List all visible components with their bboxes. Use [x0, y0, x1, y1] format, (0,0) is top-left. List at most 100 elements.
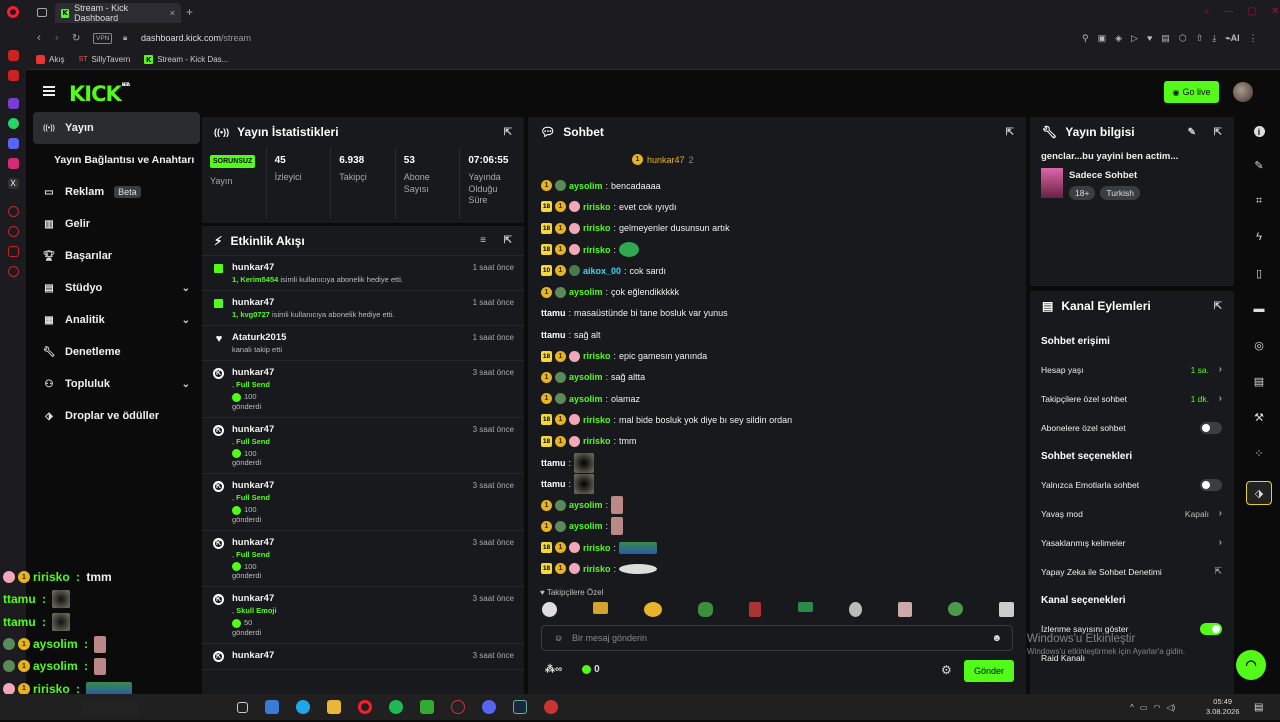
edge-icon[interactable]: [295, 700, 310, 714]
opera-icon[interactable]: [357, 700, 372, 714]
browser-tab[interactable]: K Stream - Kick Dashboard ×: [55, 3, 181, 23]
activity-item[interactable]: hunkar47 1 saat önce 1, kvg0727 isimli kul…: [202, 291, 524, 326]
media-icon[interactable]: [543, 700, 558, 714]
steam-icon[interactable]: [512, 700, 527, 714]
settings-icon[interactable]: [7, 266, 19, 277]
store-icon[interactable]: [264, 700, 279, 714]
bookmark-sillytavern[interactable]: ST SillyTavern: [79, 55, 131, 64]
emote-icon[interactable]: [542, 602, 557, 617]
activity-item[interactable]: hunkar47 1 saat önce 1, Kerim5454 isimli k…: [202, 256, 524, 291]
chat-icon[interactable]: ▬: [1251, 301, 1267, 317]
chat-username[interactable]: ririsko: [583, 245, 611, 255]
history-icon[interactable]: [7, 206, 19, 217]
chevron-down-icon[interactable]: ⌄: [182, 315, 190, 326]
chat-emote[interactable]: [611, 517, 624, 536]
sidebar-item-8[interactable]: ⚇ Topluluk ⌄: [33, 368, 200, 400]
task-view-icon[interactable]: [236, 701, 248, 713]
chat-message[interactable]: ttamu:: [528, 473, 1026, 494]
new-tab-icon[interactable]: +: [186, 5, 193, 19]
pin-icon[interactable]: ⚲: [1082, 33, 1089, 44]
filter-icon[interactable]: ≡: [480, 235, 486, 246]
emote-icon[interactable]: [897, 602, 912, 617]
chat-username[interactable]: ririsko: [583, 415, 611, 425]
chat-message[interactable]: 18 1 ririsko: evet cok ıyıydı: [528, 196, 1026, 217]
action-row[interactable]: Abonelere özel sohbet: [1030, 413, 1234, 442]
activity-item[interactable]: Khunkar47 3 saat önce: [202, 644, 524, 670]
popout-icon[interactable]: ⇱: [1214, 301, 1222, 312]
chat-message[interactable]: 1 aysolim: olamaz: [528, 388, 1026, 409]
chat-message[interactable]: 18 1 ririsko: mal bide bosluk yok diye bı s…: [528, 409, 1026, 430]
mail-icon[interactable]: [7, 70, 19, 81]
chevron-down-icon[interactable]: ⌄: [182, 283, 190, 294]
infinity-counter[interactable]: ⁂∞: [545, 664, 562, 675]
emote-icon[interactable]: [947, 602, 963, 616]
wifi-icon[interactable]: ◠: [1153, 703, 1160, 712]
chat-message[interactable]: 1 aysolim:: [528, 516, 1026, 537]
chevron-right-icon[interactable]: ›: [1219, 508, 1222, 519]
discord-icon[interactable]: [7, 138, 19, 149]
edit-icon[interactable]: ✎: [1251, 157, 1267, 173]
extensions-icon[interactable]: ⬡: [1179, 33, 1187, 44]
category-thumbnail[interactable]: [1041, 168, 1063, 198]
chat-emote[interactable]: [619, 541, 658, 554]
vpn-badge[interactable]: VPN: [93, 32, 113, 44]
minimize-icon[interactable]: —: [1224, 6, 1234, 17]
app-icon[interactable]: [419, 700, 434, 714]
app-icon[interactable]: [450, 700, 465, 714]
discord-icon[interactable]: [481, 700, 496, 714]
toggle-switch[interactable]: [1200, 622, 1222, 635]
chat-message[interactable]: ttamu: sağ alt: [528, 324, 1026, 345]
chat-username[interactable]: ririsko: [583, 202, 611, 212]
chat-message[interactable]: 18 1 ririsko:: [528, 537, 1026, 558]
toggle-switch[interactable]: [1200, 421, 1222, 434]
activity-item[interactable]: Khunkar47 3 saat önce, Full Send 100 gönder…: [202, 474, 524, 531]
notification-icon[interactable]: ▤: [1254, 702, 1263, 713]
popout-icon[interactable]: ⇱: [1006, 127, 1014, 138]
play-icon[interactable]: ▷: [1131, 33, 1138, 44]
emoji-picker-icon[interactable]: ☻: [991, 633, 1002, 644]
x-icon[interactable]: X: [7, 178, 19, 189]
help-button[interactable]: ◠: [1236, 650, 1266, 680]
sidebar-item-7[interactable]: 🔧︎ Denetleme: [33, 336, 200, 368]
popout-icon[interactable]: ⇱: [504, 127, 512, 138]
tray-arrow-icon[interactable]: ^: [1130, 703, 1134, 712]
chevron-right-icon[interactable]: ›: [1219, 364, 1222, 375]
edit-icon[interactable]: ✎: [1188, 127, 1196, 138]
activity-item[interactable]: Khunkar47 3 saat önce, Skull Emoji 50 gönde…: [202, 587, 524, 644]
spotify-icon[interactable]: [388, 700, 403, 714]
file-explorer-icon[interactable]: [326, 700, 341, 714]
chat-username[interactable]: ttamu: [541, 458, 566, 468]
pocket-icon[interactable]: [7, 50, 19, 61]
send-button[interactable]: Gönder: [964, 660, 1014, 682]
broadcast-icon[interactable]: ◎: [1251, 337, 1267, 353]
emote-icon[interactable]: [749, 602, 762, 617]
wrench-icon[interactable]: ⚒: [1251, 409, 1267, 425]
url-field[interactable]: dashboard.kick.com/stream: [141, 33, 251, 43]
tab-overview-icon[interactable]: [37, 8, 47, 17]
toggle-switch[interactable]: [1200, 478, 1222, 491]
chat-message[interactable]: 18 1 ririsko: tmm: [528, 431, 1026, 452]
chat-settings-icon[interactable]: ⚙︎: [941, 663, 952, 677]
snapshot-icon[interactable]: ▣: [1098, 33, 1107, 44]
chat-username[interactable]: aysolim: [569, 500, 603, 510]
chat-username[interactable]: ririsko: [583, 564, 611, 574]
chat-input[interactable]: Bir mesaj gönderin ☺ ☻: [541, 625, 1013, 651]
opera-logo-icon[interactable]: [7, 6, 19, 18]
chat-username[interactable]: ttamu: [541, 330, 566, 340]
chat-username[interactable]: aysolim: [569, 521, 603, 531]
chat-message[interactable]: ttamu:: [528, 452, 1026, 473]
chat-emote[interactable]: [574, 452, 595, 473]
emote-icon[interactable]: [797, 602, 813, 612]
chevron-down-icon[interactable]: ⌄: [182, 379, 190, 390]
chat-message[interactable]: 1 aysolim: çok eğlendikkkkk: [528, 281, 1026, 302]
clock[interactable]: 05:49 3.08.2026: [1206, 697, 1239, 717]
avatar[interactable]: [1233, 82, 1253, 102]
lightning-icon[interactable]: ϟ: [1251, 229, 1267, 245]
forward-icon[interactable]: ›: [55, 32, 59, 44]
chat-username[interactable]: aysolim: [569, 372, 603, 382]
instagram-icon[interactable]: [7, 158, 19, 169]
emote-icon[interactable]: [644, 602, 663, 617]
info-icon[interactable]: i: [1253, 126, 1265, 137]
sidebar-item-6[interactable]: ▦ Analitik ⌄: [33, 304, 200, 336]
actions-icon[interactable]: ▤: [1251, 373, 1267, 389]
